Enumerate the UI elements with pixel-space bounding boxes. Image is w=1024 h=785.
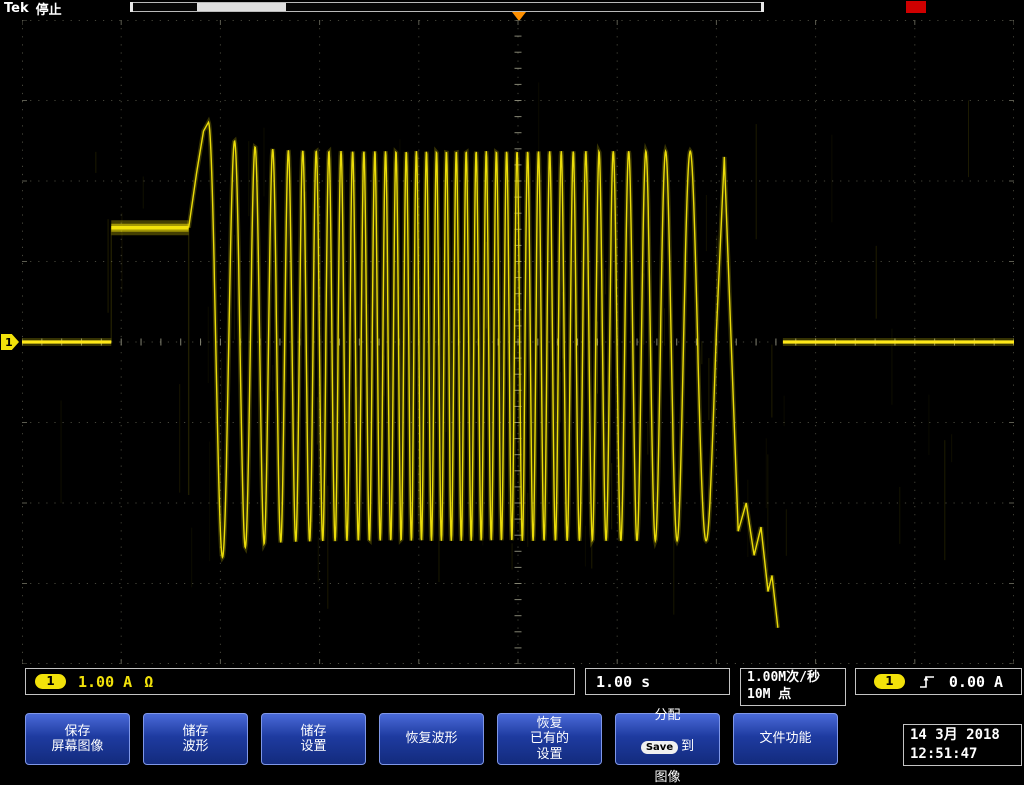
time-value: 12:51:47 — [910, 745, 1021, 764]
assign-line3: 图像 — [654, 770, 680, 785]
acquisition-status: Tek 停止 — [4, 0, 62, 17]
acq-state-label: 停止 — [36, 0, 62, 18]
waveform-display — [22, 20, 1014, 664]
soft-menu-row: 保存 屏幕图像 储存 波形 储存 设置 恢复波形 恢复 已有的 设置 分配 Sa… — [25, 713, 838, 765]
datetime-readout: 14 3月 2018 12:51:47 — [903, 724, 1022, 766]
acquisition-readout: 1.00M次/秒 10M 点 — [740, 668, 846, 706]
menu-save-setup-button[interactable]: 储存 设置 — [261, 713, 366, 765]
channel-1-badge: 1 — [35, 674, 66, 689]
menu-recall-waveform-label: 恢复波形 — [405, 731, 457, 746]
channel-1-readout: 1 1.00 A Ω — [25, 668, 575, 695]
brand-logo: Tek — [4, 1, 29, 16]
menu-save-waveform-label: 储存 波形 — [182, 724, 208, 755]
menu-assign-save-button[interactable]: 分配 Save到 图像 — [615, 713, 720, 765]
sample-rate-value: 1.00M次/秒 — [747, 670, 820, 687]
rising-edge-icon — [919, 674, 935, 690]
record-left-bracket-icon — [130, 2, 133, 12]
assign-line1: 分配 — [654, 708, 680, 723]
channel-1-marker-label: 1 — [5, 336, 13, 349]
menu-save-screen-image-label: 保存 屏幕图像 — [51, 724, 103, 755]
menu-save-setup-label: 储存 设置 — [300, 724, 326, 755]
menu-recall-setup-label: 恢复 已有的 设置 — [530, 716, 569, 762]
stop-indicator — [906, 1, 926, 13]
assign-line2: 到 — [681, 739, 694, 754]
channel-1-marker: 1 — [1, 334, 19, 350]
menu-save-waveform-button[interactable]: 储存 波形 — [143, 713, 248, 765]
record-view-bar — [130, 2, 764, 12]
channel-1-scale: 1.00 A — [78, 673, 132, 691]
trigger-readout: 1 0.00 A — [855, 668, 1022, 695]
menu-recall-waveform-button[interactable]: 恢复波形 — [379, 713, 484, 765]
record-length-value: 10M 点 — [747, 687, 791, 704]
menu-recall-setup-button[interactable]: 恢复 已有的 设置 — [497, 713, 602, 765]
menu-assign-save-label: 分配 Save到 图像 — [641, 693, 694, 785]
timebase-readout: 1.00 s — [585, 668, 730, 695]
menu-file-utilities-button[interactable]: 文件功能 — [733, 713, 838, 765]
trigger-level-value: 0.00 A — [949, 673, 1003, 691]
oscilloscope-screen: Tek 停止 1 1 1.00 A Ω 1.00 s 1.00M次/秒 10M … — [0, 0, 1024, 768]
menu-save-screen-image-button[interactable]: 保存 屏幕图像 — [25, 713, 130, 765]
menu-file-utilities-label: 文件功能 — [759, 731, 811, 746]
timebase-value: 1.00 s — [596, 673, 650, 691]
channel-1-coupling: Ω — [144, 673, 153, 691]
record-view-highlight — [197, 3, 286, 11]
trigger-source-badge: 1 — [874, 674, 905, 689]
record-right-bracket-icon — [761, 2, 764, 12]
graticule-and-trace — [22, 20, 1014, 664]
date-value: 14 3月 2018 — [910, 726, 1021, 745]
save-key-icon: Save — [641, 741, 678, 754]
